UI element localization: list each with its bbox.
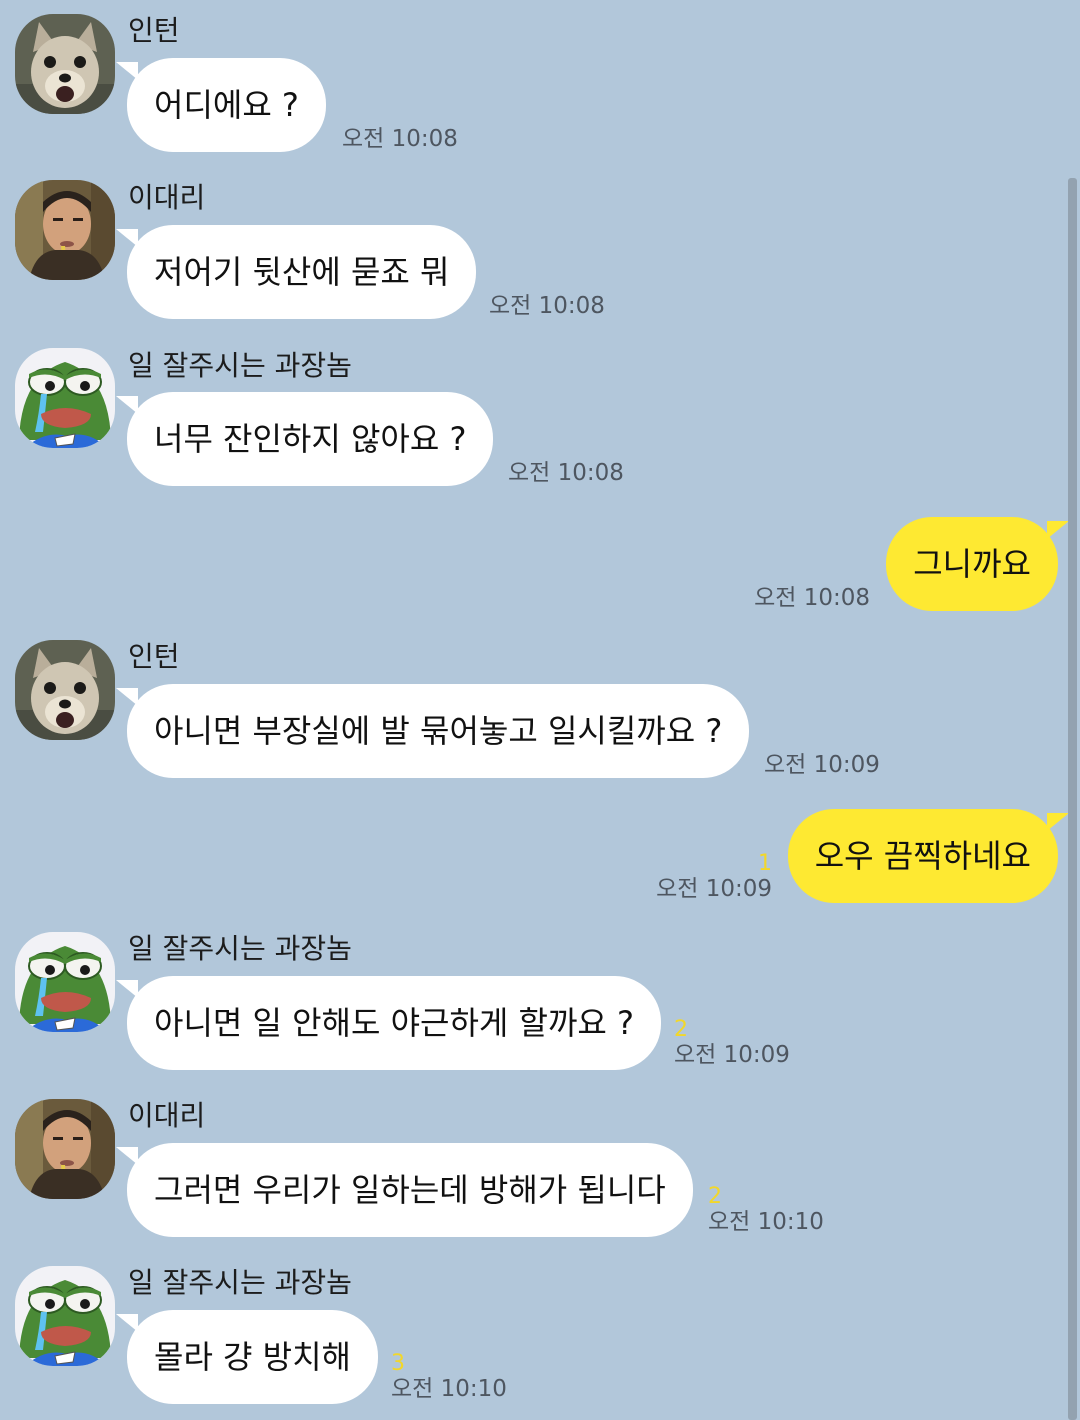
message-time: 오전 10:08	[754, 585, 870, 611]
sender-name: 인턴	[128, 640, 180, 673]
sender-name: 이대리	[128, 1099, 206, 1132]
message-meta: 오전 10:08	[508, 460, 624, 486]
message-time: 오전 10:09	[656, 876, 772, 902]
message-meta: 1 오전 10:09	[656, 851, 772, 903]
message-meta: 3 오전 10:10	[391, 1351, 507, 1403]
message-bubble[interactable]: 그니까요	[886, 517, 1069, 611]
message-meta: 오전 10:08	[489, 293, 605, 319]
message-bubble[interactable]: 그러면 우리가 일하는데 방해가 됩니다	[116, 1143, 693, 1237]
man-avatar-icon[interactable]	[15, 1099, 115, 1199]
sender-name: 인턴	[128, 14, 180, 47]
frog-avatar-icon[interactable]	[15, 348, 115, 448]
message-bubble[interactable]: 너무 잔인하지 않아요 ?	[115, 392, 494, 486]
message-bubble[interactable]: 오우 끔찍하네요	[787, 809, 1070, 903]
frog-avatar-icon[interactable]	[15, 1266, 115, 1366]
message-bubble[interactable]: 저어기 뒷산에 묻죠 뭐	[115, 225, 477, 319]
sender-name: 일 잘주시는 과장놈	[128, 349, 352, 382]
sender-name: 일 잘주시는 과장놈	[128, 1266, 352, 1299]
message-meta: 오전 10:08	[754, 585, 870, 611]
message-time: 오전 10:08	[342, 126, 458, 152]
unread-count: 1	[758, 851, 772, 876]
message-bubble[interactable]: 어디에요 ?	[116, 58, 326, 152]
message-time: 오전 10:09	[674, 1042, 790, 1068]
message-bubble[interactable]: 아니면 일 안해도 야근하게 할까요 ?	[115, 976, 662, 1070]
sender-name: 일 잘주시는 과장놈	[128, 932, 352, 965]
scrollbar[interactable]	[1068, 178, 1077, 1420]
message-time: 오전 10:08	[489, 293, 605, 319]
unread-count: 3	[391, 1351, 405, 1376]
man-avatar-icon[interactable]	[15, 180, 115, 280]
message-meta: 2 오전 10:10	[708, 1184, 824, 1236]
message-bubble[interactable]: 아니면 부장실에 발 묶어놓고 일시킬까요 ?	[115, 684, 750, 778]
frog-avatar-icon[interactable]	[15, 932, 115, 1032]
message-meta: 2 오전 10:09	[674, 1017, 790, 1069]
message-time: 오전 10:09	[764, 752, 880, 778]
sender-name: 이대리	[128, 181, 206, 214]
message-time: 오전 10:08	[508, 460, 624, 486]
message-time: 오전 10:10	[391, 1376, 507, 1402]
message-time: 오전 10:10	[708, 1209, 824, 1235]
unread-count: 2	[674, 1017, 688, 1042]
unread-count: 2	[708, 1184, 722, 1209]
message-meta: 오전 10:08	[342, 126, 458, 152]
dog-avatar-icon[interactable]	[15, 14, 115, 114]
dog-avatar-icon[interactable]	[15, 640, 115, 740]
message-meta: 오전 10:09	[764, 752, 880, 778]
message-bubble[interactable]: 몰라 걍 방치해	[116, 1310, 378, 1404]
